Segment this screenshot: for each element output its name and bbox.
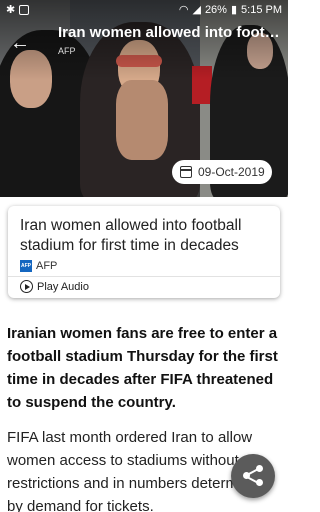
play-audio-button[interactable]: Play Audio (20, 280, 89, 293)
battery-percent: 26% (204, 3, 227, 16)
source-name[interactable]: AFP (36, 260, 57, 272)
bluetooth-icon: ✱ (6, 4, 16, 16)
divider (8, 276, 280, 277)
play-audio-label: Play Audio (37, 280, 89, 293)
date-chip: 09-Oct-2019 (172, 160, 272, 184)
app-icon (19, 4, 30, 15)
clock: 5:15 PM (241, 3, 282, 16)
afp-logo-icon: AFP (20, 260, 32, 272)
toolbar-source: AFP (58, 46, 76, 56)
signal-icon: ◢ (192, 4, 201, 16)
headline-card: Iran women allowed into football stadium… (8, 206, 280, 298)
battery-icon: ▮ (230, 4, 238, 16)
headline: Iran women allowed into football stadium… (20, 217, 242, 254)
source-row: AFP AFP (20, 260, 57, 272)
calendar-icon (180, 166, 192, 178)
page-title: Iran women allowed into football stadium… (58, 24, 282, 41)
wifi-icon: ◠ (178, 4, 189, 16)
status-bar: ✱ ◠ ◢ 26% ▮ 5:15 PM (0, 0, 288, 20)
back-arrow-icon[interactable]: ← (10, 32, 32, 54)
article-lead: Iranian women fans are free to enter a f… (7, 325, 278, 411)
date-text: 09-Oct-2019 (198, 165, 265, 179)
play-icon (20, 280, 33, 293)
share-button[interactable] (231, 454, 275, 498)
